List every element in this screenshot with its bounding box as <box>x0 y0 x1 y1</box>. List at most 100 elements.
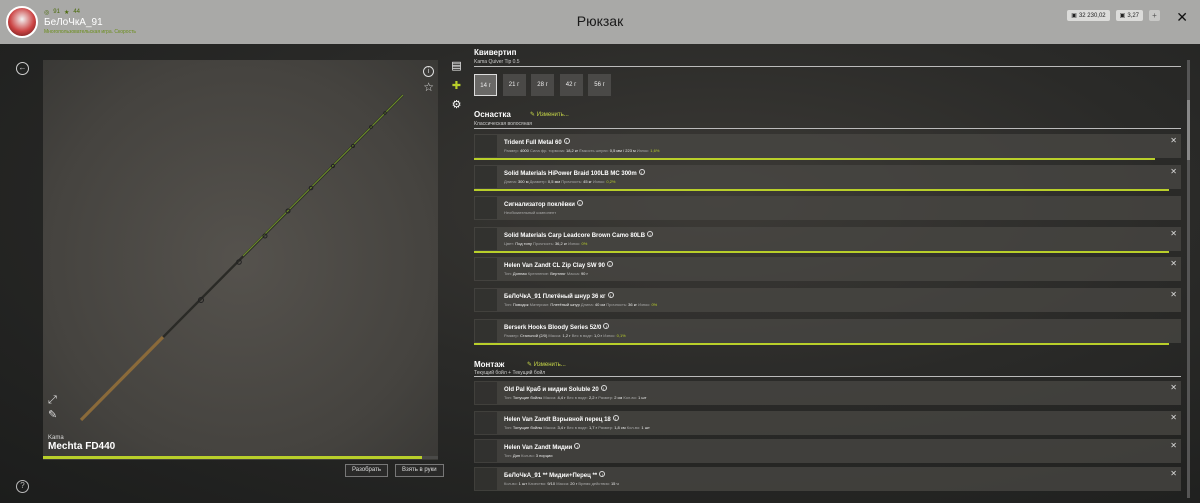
silver-balance: ▣ 32 230,02 <box>1067 10 1110 21</box>
tip-option[interactable]: 14 г <box>474 74 497 96</box>
list-item[interactable]: Old Pal Краб и мидии Soluble 20 i Тип: Тон… <box>474 381 1181 405</box>
document-icon[interactable]: ▤ <box>450 60 463 73</box>
help-icon[interactable]: ? <box>16 480 29 493</box>
property-label: Масса: <box>543 395 558 400</box>
item-name: Trident Full Metal 60 i <box>504 138 570 146</box>
property-label: Тип: <box>504 395 513 400</box>
item-properties: Размер: Стальной (2/0) Масса: 1,2 г Вес … <box>504 333 626 338</box>
property-label: Кол-во: <box>626 425 642 430</box>
item-name: Сигнализатор поклёвки i <box>504 200 583 208</box>
item-properties: Тип: Тонущие бойлы Масса: 4,4 г Вес в во… <box>504 395 646 400</box>
info-icon[interactable]: i <box>423 66 434 77</box>
info-icon[interactable]: i <box>606 261 613 267</box>
add-currency-button[interactable]: + <box>1149 10 1160 21</box>
page-title: Рюкзак <box>576 13 624 29</box>
property-label: Размер: <box>598 395 615 400</box>
remove-icon[interactable]: ✕ <box>1170 136 1177 145</box>
gear-icon[interactable]: ⚙ <box>450 99 463 112</box>
list-item[interactable]: Solid Materials Carp Leadcore Brown Camo… <box>474 227 1181 251</box>
tip-option[interactable]: 42 г <box>559 74 583 96</box>
info-icon[interactable]: i <box>638 169 645 175</box>
remove-icon[interactable]: ✕ <box>1170 229 1177 238</box>
list-item[interactable]: БеЛоЧкА_91 Плетёный шнур 36 кг i Тип: Пово… <box>474 288 1181 312</box>
property-value: 90 г <box>580 271 588 276</box>
top-bar: ◎ 91 ★ 44 БеЛоЧкА_91 Многопользовательск… <box>0 0 1200 44</box>
tip-option[interactable]: 56 г <box>588 74 611 96</box>
list-item[interactable]: Trident Full Metal 60 i Размер: 4000 Сила … <box>474 134 1181 158</box>
scrollbar[interactable] <box>1187 60 1190 498</box>
item-properties: Тип: Донная Крепление: Вертлюг Масса: 90… <box>504 271 588 276</box>
property-value: 15 ч <box>610 481 619 486</box>
property-label: Кол-во: <box>504 481 519 486</box>
property-label: Диаметр: <box>529 179 548 184</box>
gold-value: 3,27 <box>1127 12 1139 19</box>
list-item[interactable]: Helen Van Zandt Взрывной перец 18 i Тип: Т… <box>474 411 1181 435</box>
silver-coin-icon: ▣ <box>1071 13 1077 19</box>
item-properties: Тип: Дип Кол-во: 3 порции <box>504 453 553 458</box>
property-value: 45 кг <box>583 179 593 184</box>
close-icon[interactable]: ✕ <box>1176 9 1188 26</box>
list-item[interactable]: БеЛоЧкА_91 ** Мидии+Перец ** i Кол-во: 1 ш… <box>474 467 1181 491</box>
info-icon[interactable]: i <box>600 385 607 391</box>
remove-icon[interactable]: ✕ <box>1170 259 1177 268</box>
list-item[interactable]: Helen Van Zandt Мидии i Тип: Дип Кол-во: 3… <box>474 439 1181 463</box>
take-in-hands-button[interactable]: Взять в руки <box>395 464 444 477</box>
property-label: Вес в воде: <box>566 425 589 430</box>
tips-title: Квивертип <box>474 48 517 57</box>
remove-icon[interactable]: ✕ <box>1170 167 1177 176</box>
item-name: Solid Materials Carp Leadcore Brown Camo… <box>504 231 654 239</box>
item-properties: Необязательный компонент <box>504 210 556 215</box>
info-icon[interactable]: i <box>574 443 581 449</box>
item-thumbnail <box>475 468 497 490</box>
condition-bar <box>474 189 1169 191</box>
item-properties: Тип: Поводок Материал: Плетёный шнур Дли… <box>504 302 657 307</box>
scrollbar-thumb[interactable] <box>1187 100 1190 160</box>
info-icon[interactable]: i <box>607 292 614 298</box>
rod-condition-fill <box>43 456 423 459</box>
item-thumbnail <box>475 289 497 311</box>
remove-icon[interactable]: ✕ <box>1170 290 1177 299</box>
back-icon[interactable]: ← <box>16 62 29 75</box>
info-icon[interactable]: i <box>599 471 606 477</box>
info-icon[interactable]: i <box>603 323 610 329</box>
item-name: Helen Van Zandt Взрывной перец 18 i <box>504 415 619 423</box>
info-icon[interactable]: i <box>576 200 583 206</box>
remove-icon[interactable]: ✕ <box>1170 413 1177 422</box>
tackle-edit-link[interactable]: ✎ Изменить... <box>530 111 569 118</box>
property-value: 0% <box>581 241 588 246</box>
item-name: Helen Van Zandt CL Zip Clay SW 90 i <box>504 261 613 269</box>
user-status: Многопользовательская игра. Скорость <box>44 29 136 35</box>
disassemble-button[interactable]: Разобрать <box>345 464 388 477</box>
item-properties: Длина: 300 м Диаметр: 0,5 мм Прочность: … <box>504 179 615 184</box>
rod-image <box>79 94 404 422</box>
list-item[interactable]: Сигнализатор поклёвки i Необязательный ком… <box>474 196 1181 220</box>
list-item[interactable]: Helen Van Zandt CL Zip Clay SW 90 i Тип: Д… <box>474 257 1181 281</box>
info-icon[interactable]: i <box>612 415 619 421</box>
property-label: Тип: <box>504 271 513 276</box>
property-value: 1,7 г <box>588 425 599 430</box>
tip-option[interactable]: 28 г <box>531 74 554 96</box>
property-label: Прочность: <box>606 302 629 307</box>
list-item[interactable]: Solid Materials HiPower Braid 100LB MC 3… <box>474 165 1181 189</box>
item-name: БеЛоЧкА_91 Плетёный шнур 36 кг i <box>504 292 614 300</box>
tip-option[interactable]: 21 г <box>502 74 526 96</box>
item-thumbnail <box>475 440 497 462</box>
puzzle-icon[interactable]: ✚ <box>450 80 463 93</box>
property-label: Тип: <box>504 302 513 307</box>
list-item[interactable]: Berserk Hooks Bloody Series 52/0 i Размер:… <box>474 319 1181 343</box>
item-name: Berserk Hooks Bloody Series 52/0 i <box>504 323 610 331</box>
remove-icon[interactable]: ✕ <box>1170 469 1177 478</box>
favorite-star-icon[interactable]: ☆ <box>423 80 434 94</box>
info-icon[interactable]: i <box>563 138 570 144</box>
property-value: 2,2 г <box>588 395 599 400</box>
remove-icon[interactable]: ✕ <box>1170 383 1177 392</box>
property-label: Цвет: <box>504 241 516 246</box>
edit-icon: ✎ <box>530 112 537 118</box>
property-label: Размер: <box>598 425 615 430</box>
remove-icon[interactable]: ✕ <box>1170 441 1177 450</box>
expand-icon[interactable]: ⤢ <box>48 394 57 407</box>
pencil-icon[interactable]: ✎ <box>48 408 57 421</box>
info-icon[interactable]: i <box>647 231 654 237</box>
property-label: Качество: <box>528 481 548 486</box>
rig-edit-link[interactable]: ✎ Изменить... <box>527 361 566 368</box>
